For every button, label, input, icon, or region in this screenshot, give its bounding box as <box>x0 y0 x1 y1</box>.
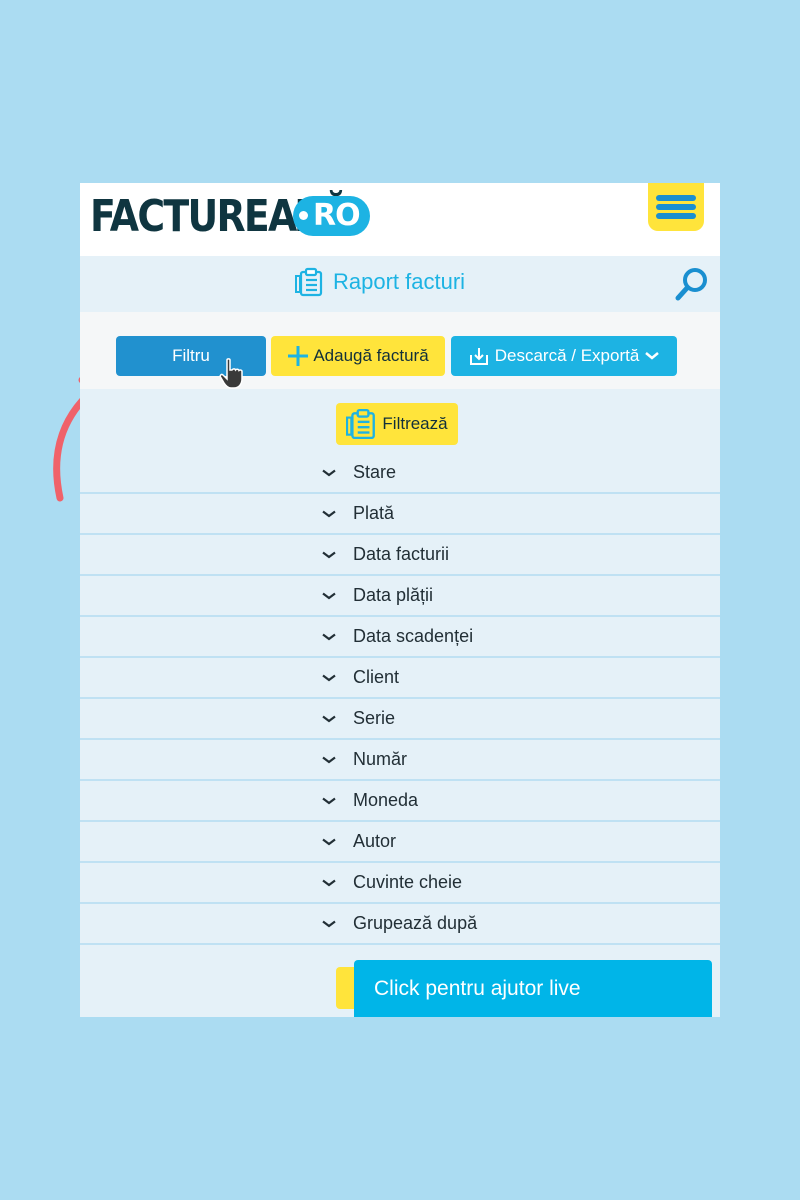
chevron-down-icon <box>322 592 336 599</box>
chevron-down-icon <box>322 715 336 722</box>
chevron-down-icon <box>322 510 336 517</box>
live-help-label: Click pentru ajutor live <box>374 977 581 1000</box>
clipboard-icon <box>295 267 323 297</box>
filter-item-grupeaza-dupa[interactable]: Grupează după <box>80 904 720 945</box>
apply-filter-button[interactable]: Filtrează <box>336 403 458 445</box>
filter-item-label: Stare <box>353 462 397 482</box>
report-header: Raport facturi <box>80 256 720 312</box>
search-icon[interactable] <box>675 266 709 302</box>
filter-item-label: Client <box>353 667 400 687</box>
chevron-down-icon <box>322 551 336 558</box>
page-title-text: Raport facturi <box>333 269 466 294</box>
chevron-down-icon <box>322 920 336 927</box>
export-button[interactable]: Descarcă / Exportă <box>451 336 677 376</box>
filter-item-autor[interactable]: Autor <box>80 822 720 863</box>
filter-item-data-facturii[interactable]: Data facturii <box>80 535 720 576</box>
filter-item-label: Serie <box>353 708 396 728</box>
filter-item-label: Data facturii <box>353 544 450 564</box>
chevron-down-icon <box>322 797 336 804</box>
top-bar: FACTUREAZĂ RO <box>80 183 720 256</box>
clipboard-icon <box>346 408 376 440</box>
filter-item-numar[interactable]: Număr <box>80 740 720 781</box>
hamburger-menu-icon[interactable] <box>648 183 704 231</box>
app-screen: FACTUREAZĂ RO Raport facturi Filtru Adau… <box>80 183 720 1017</box>
filter-item-moneda[interactable]: Moneda <box>80 781 720 822</box>
filter-item-label: Data plății <box>353 585 434 605</box>
hand-cursor-icon <box>219 358 243 389</box>
logo-dot <box>299 211 308 220</box>
chevron-down-icon <box>645 352 660 360</box>
filter-panel: Filtrează Stare Plată Data facturii Data… <box>80 389 720 1017</box>
chevron-down-icon <box>322 633 336 640</box>
filter-item-serie[interactable]: Serie <box>80 699 720 740</box>
live-help-button[interactable]: Click pentru ajutor live <box>354 960 712 1017</box>
chevron-down-icon <box>322 674 336 681</box>
plus-icon <box>288 346 309 366</box>
filter-item-label: Cuvinte cheie <box>353 872 463 892</box>
filter-item-cuvinte-cheie[interactable]: Cuvinte cheie <box>80 863 720 904</box>
filter-item-stare[interactable]: Stare <box>80 453 720 494</box>
chevron-down-icon <box>322 879 336 886</box>
export-button-label: Descarcă / Exportă <box>494 346 640 365</box>
filter-item-data-scadentei[interactable]: Data scadenței <box>80 617 720 658</box>
filter-item-data-platii[interactable]: Data plății <box>80 576 720 617</box>
filter-item-client[interactable]: Client <box>80 658 720 699</box>
filter-item-plata[interactable]: Plată <box>80 494 720 535</box>
filter-list: Stare Plată Data facturii Data plății Da… <box>80 453 720 945</box>
chevron-down-icon <box>322 756 336 763</box>
filter-item-label: Moneda <box>353 790 419 810</box>
logo-badge: RO <box>293 196 370 236</box>
filter-item-label: Autor <box>353 831 397 851</box>
filter-item-label: Data scadenței <box>353 626 474 646</box>
filter-item-label: Grupează după <box>353 913 478 933</box>
page-title: Raport facturi <box>295 267 465 297</box>
action-toolbar: Filtru Adaugă factură Descarcă / Exportă <box>80 312 720 389</box>
add-invoice-label: Adaugă factură <box>313 346 429 365</box>
filter-item-label: Plată <box>353 503 395 523</box>
filter-button-label: Filtru <box>172 346 210 365</box>
add-invoice-button[interactable]: Adaugă factură <box>271 336 445 376</box>
logo-badge-text: RO <box>313 198 361 233</box>
download-icon <box>469 348 488 365</box>
chevron-down-icon <box>322 469 336 476</box>
filter-item-label: Număr <box>353 749 408 769</box>
chevron-down-icon <box>322 838 336 845</box>
apply-filter-label: Filtrează <box>382 414 448 433</box>
